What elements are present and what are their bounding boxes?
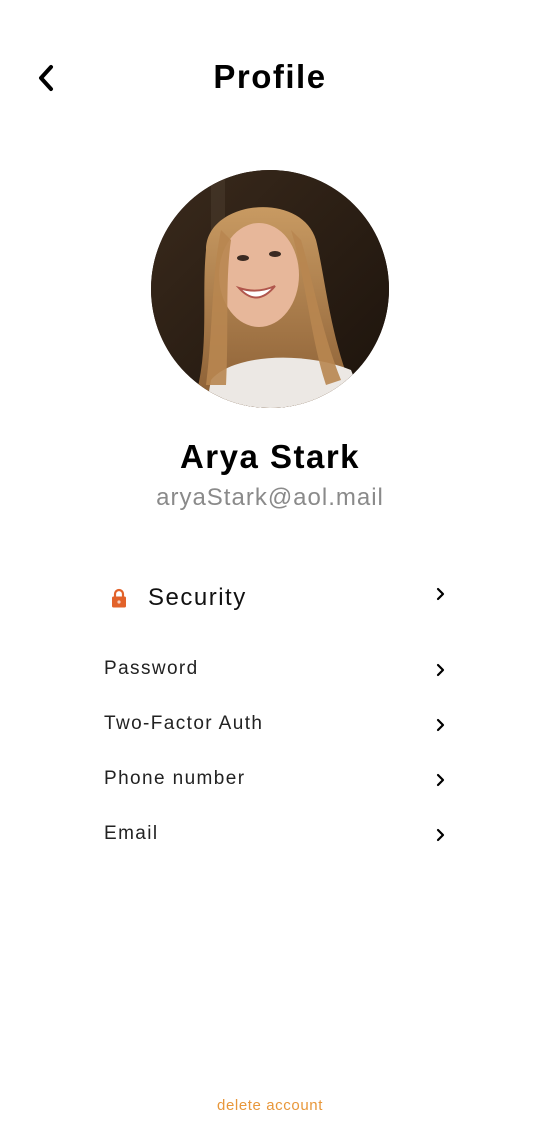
delete-account-link[interactable]: delete account: [0, 1097, 540, 1114]
security-label: Security: [148, 584, 247, 611]
lock-icon: [106, 585, 132, 611]
menu-item-phone-number[interactable]: Phone number: [104, 760, 448, 815]
menu-item-label: Email: [104, 823, 159, 844]
menu-item-email[interactable]: Email: [104, 815, 448, 870]
chevron-right-icon: [434, 585, 448, 603]
chevron-right-icon: [434, 771, 448, 789]
chevron-right-icon: [434, 826, 448, 844]
menu-item-password[interactable]: Password: [104, 650, 448, 705]
avatar[interactable]: [151, 170, 389, 408]
menu-item-two-factor-auth[interactable]: Two-Factor Auth: [104, 705, 448, 760]
security-menu: Password Two-Factor Auth Phone number Em…: [104, 650, 448, 870]
menu-item-label: Password: [104, 658, 199, 679]
user-email: aryaStark@aol.mail: [156, 484, 384, 511]
security-section-header[interactable]: Security: [104, 578, 448, 618]
page-title: Profile: [213, 58, 327, 95]
menu-item-label: Phone number: [104, 768, 246, 789]
chevron-right-icon: [434, 661, 448, 679]
menu-item-label: Two-Factor Auth: [104, 713, 264, 734]
user-name: Arya Stark: [179, 438, 361, 475]
chevron-right-icon: [434, 716, 448, 734]
